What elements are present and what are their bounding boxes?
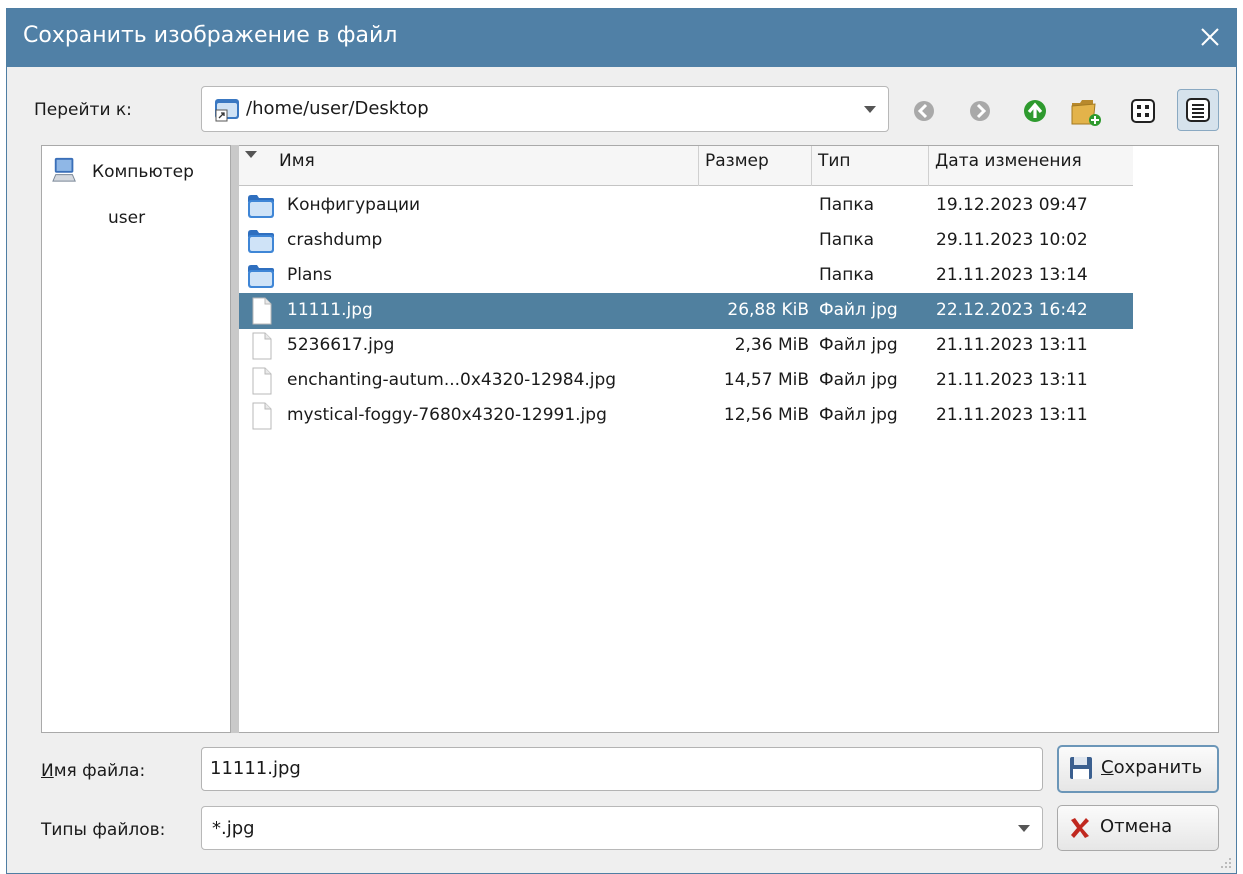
cell-name: Plans: [287, 265, 333, 285]
column-name[interactable]: Имя: [239, 146, 699, 186]
cell-type: Файл jpg: [819, 335, 898, 355]
cell-type: Папка: [819, 195, 875, 215]
sidebar-item-user[interactable]: user: [42, 200, 230, 240]
computer-icon: [52, 157, 76, 182]
cell-type: Папка: [819, 265, 875, 285]
file-icon: [246, 402, 276, 430]
cell-size: 26,88 KiB: [727, 300, 809, 320]
cell-size: 12,56 MiB: [723, 405, 809, 425]
filename-label: Имя файла:: [41, 761, 146, 781]
location-label: Перейти к:: [34, 100, 132, 120]
sidebar-item-label: Компьютер: [92, 162, 194, 182]
cell-date: 29.11.2023 10:02: [936, 230, 1088, 250]
filetypes-label: Типы файлов:: [41, 820, 166, 840]
cancel-icon: [1071, 818, 1089, 838]
cancel-label: Отмена: [1100, 816, 1173, 837]
detail-view-icon: [1186, 98, 1210, 122]
chevron-down-icon[interactable]: [1018, 825, 1030, 832]
cell-type: Файл jpg: [819, 370, 898, 390]
cancel-button[interactable]: Отмена: [1057, 805, 1219, 851]
location-path: /home/user/Desktop: [246, 98, 429, 119]
filetypes-value: *.jpg: [212, 818, 255, 839]
save-button[interactable]: Сохранить: [1057, 745, 1219, 793]
chevron-down-icon[interactable]: [864, 106, 876, 113]
back-icon[interactable]: [907, 94, 941, 128]
new-folder-icon[interactable]: [1069, 94, 1103, 128]
file-icon: [246, 332, 276, 360]
file-list[interactable]: Имя Размер Тип Дата изменения Конфигурац…: [239, 145, 1219, 733]
folder-icon: [246, 227, 276, 255]
column-size[interactable]: Размер: [699, 146, 812, 186]
save-dialog: Сохранить изображение в файл Перейти к: …: [6, 8, 1237, 874]
floppy-icon: [1070, 757, 1092, 779]
table-row[interactable]: 5236617.jpg 2,36 MiB Файл jpg 21.11.2023 13…: [239, 328, 1133, 364]
resize-grip-icon[interactable]: [1218, 855, 1232, 869]
up-icon[interactable]: [1018, 94, 1052, 128]
column-date[interactable]: Дата изменения: [929, 146, 1133, 186]
cell-date: 21.11.2023 13:11: [936, 335, 1088, 355]
cell-name: crashdump: [287, 230, 383, 250]
folder-icon: [246, 262, 276, 290]
table-row[interactable]: Конфигурации Папка 19.12.2023 09:47: [239, 188, 1133, 224]
window-title: Сохранить изображение в файл: [23, 23, 398, 48]
detail-view-button[interactable]: [1177, 89, 1219, 131]
cell-name: enchanting-autum...0x4320-12984.jpg: [287, 370, 617, 390]
table-row[interactable]: Plans Папка 21.11.2023 13:14: [239, 258, 1133, 294]
forward-icon[interactable]: [963, 94, 997, 128]
save-label: Сохранить: [1101, 757, 1203, 778]
cell-date: 21.11.2023 13:11: [936, 405, 1088, 425]
table-row[interactable]: enchanting-autum...0x4320-12984.jpg 14,57…: [239, 363, 1133, 399]
sidebar-item-computer[interactable]: Компьютер: [42, 150, 230, 190]
cell-date: 22.12.2023 16:42: [936, 300, 1088, 320]
sort-arrow-icon: [245, 151, 257, 158]
cell-type: Папка: [819, 230, 875, 250]
cell-name: 11111.jpg: [287, 300, 373, 320]
icon-view-icon[interactable]: [1126, 94, 1160, 128]
title-bar[interactable]: Сохранить изображение в файл: [7, 9, 1236, 67]
filename-input[interactable]: 11111.jpg: [201, 747, 1043, 791]
cell-type: Файл jpg: [819, 300, 898, 320]
cell-name: mystical-foggy-7680x4320-12991.jpg: [287, 405, 607, 425]
cell-name: Конфигурации: [287, 195, 421, 215]
table-row[interactable]: mystical-foggy-7680x4320-12991.jpg 12,56 …: [239, 398, 1133, 434]
cell-date: 21.11.2023 13:11: [936, 370, 1088, 390]
cell-size: 2,36 MiB: [734, 335, 809, 355]
cell-date: 21.11.2023 13:14: [936, 265, 1088, 285]
close-icon[interactable]: [1196, 23, 1224, 51]
folder-icon: [246, 192, 276, 220]
sidebar-splitter[interactable]: [231, 145, 239, 733]
places-sidebar: Компьютер user: [41, 145, 231, 733]
cell-size: 14,57 MiB: [723, 370, 809, 390]
column-header: Имя Размер Тип Дата изменения: [239, 146, 1133, 186]
file-icon: [246, 367, 276, 395]
filetypes-combo[interactable]: *.jpg: [201, 806, 1043, 850]
table-row[interactable]: crashdump Папка 29.11.2023 10:02: [239, 223, 1133, 259]
sidebar-item-label: user: [108, 208, 146, 228]
table-row[interactable]: 11111.jpg 26,88 KiB Файл jpg 22.12.2023 16:…: [239, 293, 1133, 329]
column-type[interactable]: Тип: [812, 146, 929, 186]
file-icon: [246, 297, 276, 325]
cell-date: 19.12.2023 09:47: [936, 195, 1088, 215]
folder-location-icon: [215, 99, 239, 122]
cell-type: Файл jpg: [819, 405, 898, 425]
cell-name: 5236617.jpg: [287, 335, 395, 355]
location-combo[interactable]: /home/user/Desktop: [201, 86, 889, 132]
